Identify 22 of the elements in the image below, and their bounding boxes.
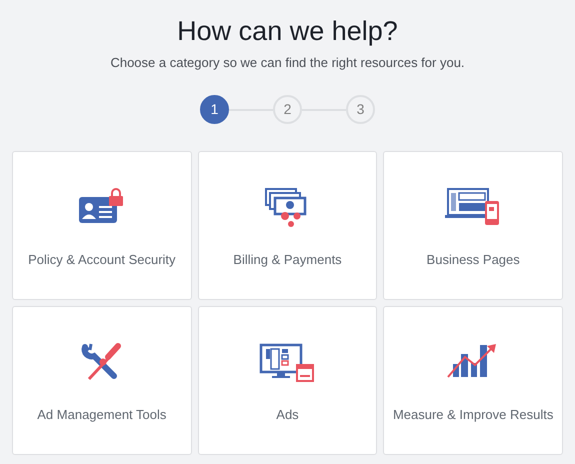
category-label: Business Pages: [426, 251, 520, 269]
category-label: Ad Management Tools: [37, 406, 166, 424]
category-card[interactable]: Policy & Account Security: [12, 151, 192, 300]
category-card[interactable]: Ads: [198, 306, 378, 455]
category-card[interactable]: Business Pages: [383, 151, 563, 300]
category-label: Billing & Payments: [233, 251, 342, 269]
page-title: How can we help?: [177, 15, 398, 48]
monitor-ad-icon: [259, 343, 316, 383]
category-card[interactable]: Billing & Payments: [198, 151, 378, 300]
page-subtitle: Choose a category so we can find the right resources for you.: [110, 54, 465, 72]
step-indicator: 3: [346, 95, 375, 124]
id-card-lock-icon: [78, 188, 125, 224]
wrench-screwdriver-icon: [80, 343, 123, 383]
laptop-phone-icon: [445, 188, 502, 226]
category-label: Policy & Account Security: [28, 251, 176, 269]
step-indicator: 1: [200, 95, 229, 124]
step-indicator: 2: [273, 95, 302, 124]
category-card[interactable]: Ad Management Tools: [12, 306, 192, 455]
money-icon: [265, 188, 310, 228]
category-label: Measure & Improve Results: [392, 406, 554, 424]
category-label: Ads: [276, 406, 299, 424]
category-card[interactable]: Measure & Improve Results: [383, 306, 563, 455]
